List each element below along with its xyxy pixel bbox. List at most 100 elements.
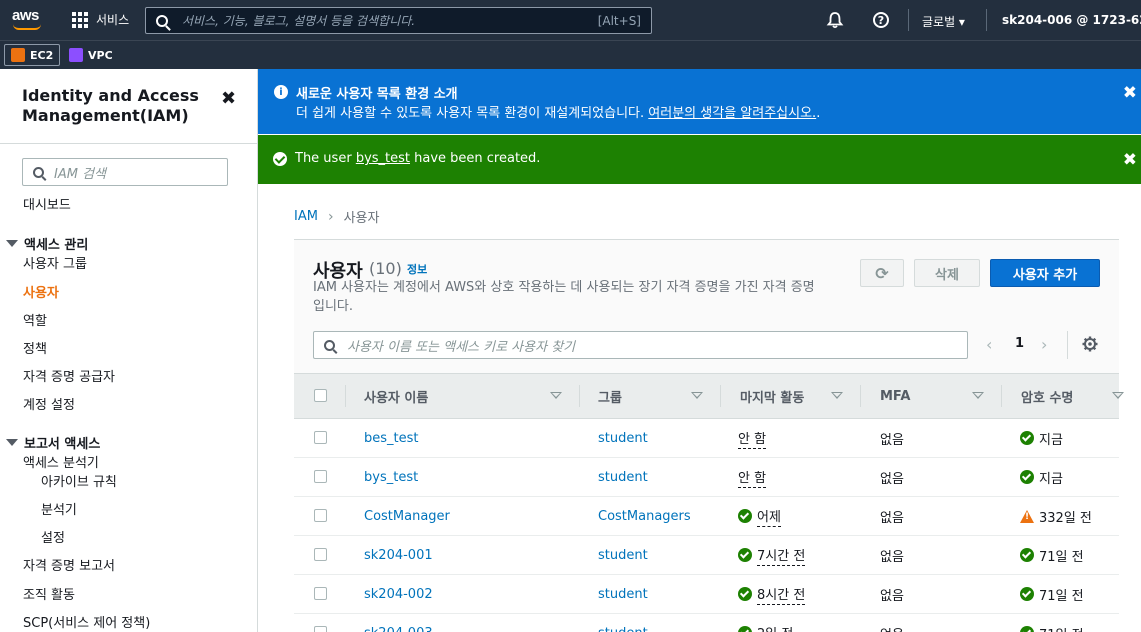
search-icon [33, 166, 44, 178]
password-age-cell: 71일 전 [1020, 536, 1084, 574]
sort-icon[interactable] [1112, 392, 1124, 399]
gear-icon[interactable] [1082, 336, 1098, 352]
current-page[interactable]: 1 [1015, 336, 1024, 351]
mfa-cell: 없음 [880, 614, 904, 632]
password-age-value: 지금 [1039, 432, 1063, 448]
group-link[interactable]: student [598, 419, 648, 457]
sidebar-section-reports[interactable]: 보고서 액세스 [6, 433, 100, 452]
refresh-button[interactable]: ⟳ [860, 259, 904, 287]
row-checkbox[interactable] [314, 470, 327, 483]
feedback-link[interactable]: 여러분의 생각을 알려주십시오. [648, 106, 816, 121]
table-row[interactable]: bys_test student 안 함 없음 지금 [294, 458, 1119, 497]
group-link[interactable]: student [598, 458, 648, 496]
sidebar-item-roles[interactable]: 역할 [23, 310, 47, 329]
table-row[interactable]: sk204-003 student 2일 전 없음 71일 전 [294, 614, 1119, 632]
bell-icon[interactable] [826, 11, 844, 29]
services-menu-button[interactable]: 서비스 [72, 11, 129, 28]
username-link[interactable]: bes_test [364, 419, 419, 457]
column-divider [720, 385, 721, 407]
sidebar-search-input[interactable]: IAM 검색 [22, 158, 228, 186]
aws-logo[interactable]: aws [12, 7, 44, 33]
close-icon[interactable]: ✖ [1123, 150, 1137, 170]
last-activity-value[interactable]: 안 함 [738, 428, 767, 449]
column-header-mfa[interactable]: MFA [880, 374, 910, 418]
table-row[interactable]: bes_test student 안 함 없음 지금 [294, 419, 1119, 458]
ec2-service-icon [11, 48, 25, 62]
chevron-left-icon[interactable]: ‹ [986, 335, 992, 354]
sort-icon[interactable] [550, 392, 562, 399]
sidebar-section-access[interactable]: 액세스 관리 [6, 234, 88, 253]
column-header-username[interactable]: 사용자 이름 [364, 374, 428, 418]
sidebar-search-placeholder: IAM 검색 [54, 166, 106, 182]
column-header-last-activity[interactable]: 마지막 활동 [740, 374, 804, 418]
sort-icon[interactable] [831, 392, 843, 399]
favorite-ec2[interactable]: EC2 [4, 44, 61, 66]
close-icon[interactable]: ✖ [221, 88, 236, 109]
close-icon[interactable]: ✖ [1123, 83, 1137, 103]
global-search-input[interactable]: 서비스, 기능, 블로그, 설명서 등을 검색합니다. [Alt+S] [145, 7, 652, 34]
sidebar-item-scp[interactable]: SCP(서비스 제어 정책) [23, 612, 150, 631]
row-checkbox[interactable] [314, 587, 327, 600]
row-checkbox[interactable] [314, 509, 327, 522]
last-activity-value[interactable]: 8시간 전 [757, 584, 806, 605]
column-header-password-age[interactable]: 암호 수명 [1021, 374, 1073, 418]
username-link[interactable]: sk204-003 [364, 614, 433, 632]
favorite-vpc[interactable]: VPC [63, 44, 119, 66]
column-divider [579, 385, 580, 407]
delete-button[interactable]: 삭제 [914, 259, 980, 287]
table-row[interactable]: sk204-002 student 8시간 전 없음 71일 전 [294, 575, 1119, 614]
last-activity-value[interactable]: 어제 [757, 506, 781, 527]
row-checkbox[interactable] [314, 548, 327, 561]
sidebar-item-identity-providers[interactable]: 자격 증명 공급자 [23, 366, 115, 385]
chevron-right-icon[interactable]: › [1041, 335, 1047, 354]
sidebar-item-analyzers[interactable]: 분석기 [41, 499, 77, 518]
sidebar-item-user-groups[interactable]: 사용자 그룹 [23, 253, 87, 272]
account-menu[interactable]: sk204-006 @ 1723-6212-0 [1002, 13, 1141, 27]
sidebar-item-archive-rules[interactable]: 아카이브 규칙 [41, 471, 117, 490]
region-selector[interactable]: 글로벌 ▾ [922, 13, 965, 30]
add-user-button[interactable]: 사용자 추가 [990, 259, 1100, 287]
username-link[interactable]: sk204-001 [364, 536, 433, 574]
last-activity-value[interactable]: 7시간 전 [757, 545, 806, 566]
info-link[interactable]: 정보 [407, 261, 427, 277]
sidebar-item-organization-activity[interactable]: 조직 활동 [23, 584, 75, 603]
sidebar-item-settings[interactable]: 설정 [41, 527, 65, 546]
last-activity-cell: 어제 [738, 497, 781, 535]
aws-smile-icon [13, 24, 41, 30]
password-age-value: 71일 전 [1039, 624, 1084, 632]
sort-icon[interactable] [972, 392, 984, 399]
sidebar-title[interactable]: Identity and Access Management(IAM) [22, 86, 202, 126]
search-icon [156, 14, 168, 27]
username-link[interactable]: CostManager [364, 497, 450, 535]
group-link[interactable]: student [598, 536, 648, 574]
sidebar-item-account-settings[interactable]: 계정 설정 [23, 394, 75, 413]
grid-icon [72, 11, 88, 28]
row-checkbox[interactable] [314, 431, 327, 444]
created-user-link[interactable]: bys_test [356, 151, 410, 166]
select-all-checkbox[interactable] [314, 389, 327, 402]
last-activity-value[interactable]: 2일 전 [757, 623, 793, 632]
sidebar-item-access-analyzer[interactable]: 액세스 분석기 [23, 452, 99, 471]
section-label: 액세스 관리 [24, 238, 89, 253]
user-count: (10) [369, 259, 402, 278]
status-check-icon [1020, 626, 1034, 632]
group-link[interactable]: student [598, 575, 648, 613]
username-link[interactable]: sk204-002 [364, 575, 433, 613]
user-search-input[interactable]: 사용자 이름 또는 액세스 키로 사용자 찾기 [313, 331, 968, 359]
sidebar-item-users[interactable]: 사용자 [23, 282, 59, 301]
table-row[interactable]: CostManager CostManagers 어제 없음 332일 전 [294, 497, 1119, 536]
table-row[interactable]: sk204-001 student 7시간 전 없음 71일 전 [294, 536, 1119, 575]
sidebar-item-credential-report[interactable]: 자격 증명 보고서 [23, 555, 115, 574]
group-link[interactable]: CostManagers [598, 497, 691, 535]
last-activity-value[interactable]: 안 함 [738, 467, 767, 488]
group-link[interactable]: student [598, 614, 648, 632]
breadcrumb: IAM › 사용자 [294, 207, 379, 227]
sidebar-item-policies[interactable]: 정책 [23, 338, 47, 357]
help-icon[interactable]: ? [873, 12, 889, 28]
sort-icon[interactable] [691, 392, 703, 399]
sidebar-item-dashboard[interactable]: 대시보드 [23, 194, 71, 213]
row-checkbox[interactable] [314, 626, 327, 632]
column-header-groups[interactable]: 그룹 [598, 374, 622, 418]
username-link[interactable]: bys_test [364, 458, 418, 496]
breadcrumb-iam[interactable]: IAM [294, 209, 318, 224]
